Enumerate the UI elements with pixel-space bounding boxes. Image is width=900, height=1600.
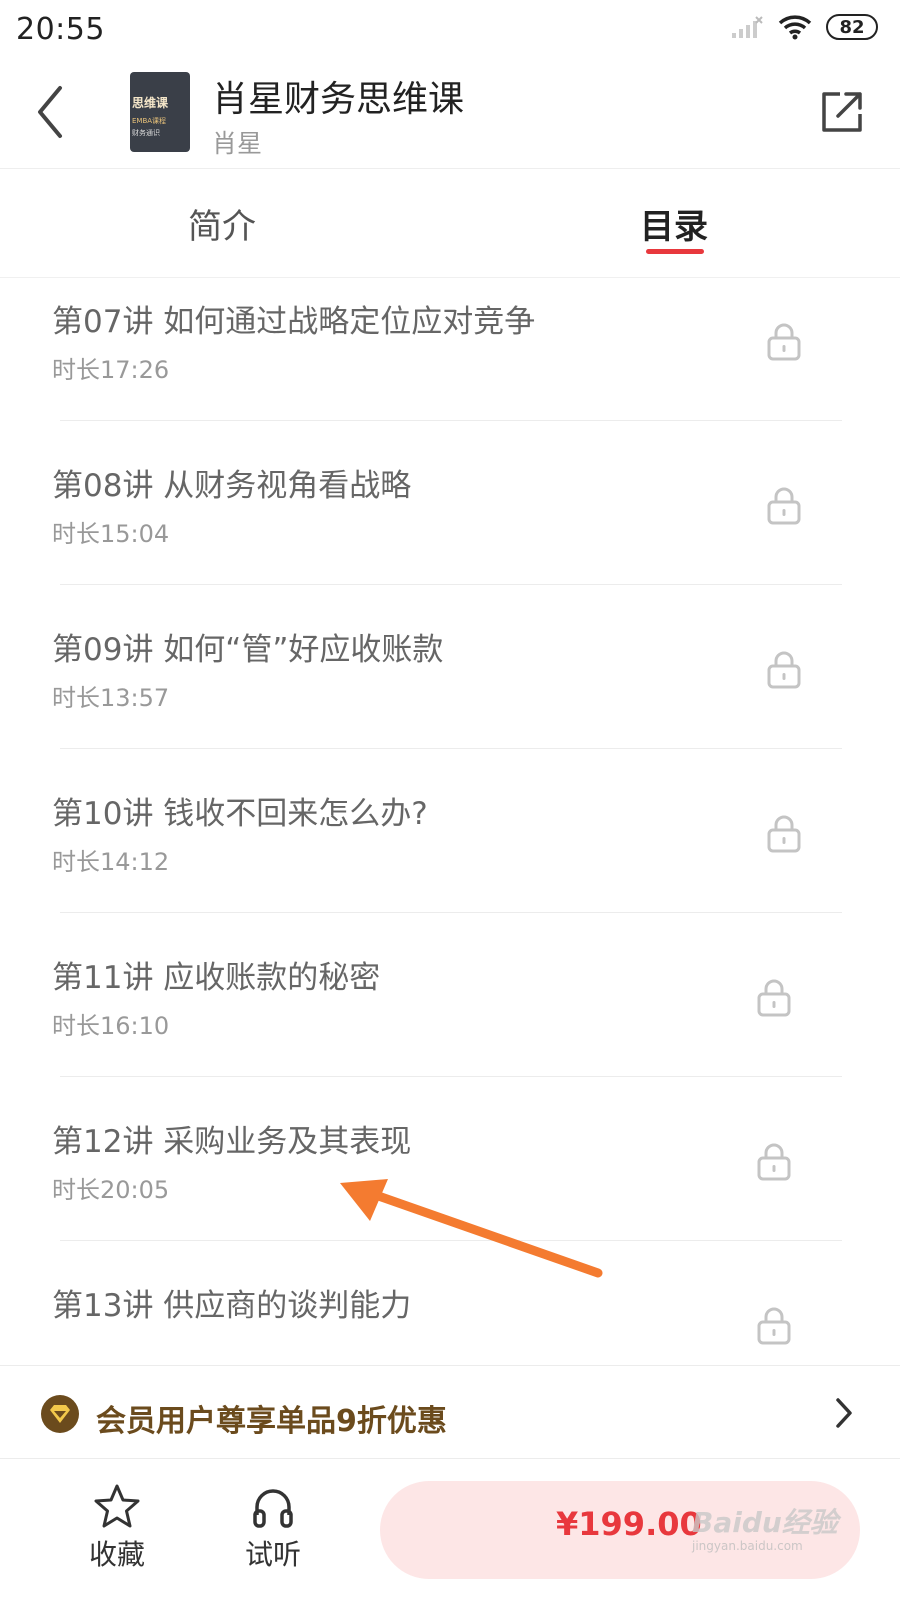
lock-icon: [767, 651, 801, 689]
member-discount-banner[interactable]: 会员用户尊享单品9折优惠: [0, 1365, 900, 1459]
lesson-title: 第08讲 从财务视角看战略: [52, 468, 412, 504]
baidu-watermark: Baidu经验: [692, 1506, 838, 1539]
tab-catalog[interactable]: 目录: [640, 199, 708, 248]
member-banner-text: 会员用户尊享单品9折优惠: [96, 1404, 447, 1439]
vip-diamond-icon: [41, 1395, 79, 1433]
lesson-title: 第11讲 应收账款的秘密: [52, 960, 381, 996]
course-author: 肖星: [212, 129, 263, 158]
lock-icon: [757, 1143, 791, 1181]
list-divider: [60, 1076, 842, 1077]
lock-icon: [767, 815, 801, 853]
lesson-duration: 时长15:04: [52, 520, 170, 548]
lock-icon: [757, 1307, 791, 1345]
list-divider: [60, 748, 842, 749]
back-arrow-icon[interactable]: [30, 82, 74, 142]
lesson-duration: 时长16:10: [52, 1012, 170, 1040]
chevron-right-icon: [836, 1398, 852, 1428]
lesson-duration: 时长13:57: [52, 684, 170, 712]
lesson-title: 第10讲 钱收不回来怎么办?: [52, 796, 428, 832]
cover-text: 财务通识: [132, 129, 160, 137]
lock-icon: [757, 979, 791, 1017]
tab-intro[interactable]: 简介: [188, 199, 256, 248]
battery-level: 82: [839, 16, 865, 38]
cover-text: 思维课: [132, 96, 169, 110]
lesson-title: 第07讲 如何通过战略定位应对竞争: [52, 304, 536, 340]
listen-label: 试听: [244, 1538, 301, 1571]
course-header: 思维课 EMBA课程 财务通识 肖星财务思维课 肖星: [0, 62, 900, 168]
lesson-item[interactable]: 第13讲 供应商的谈判能力: [0, 1262, 900, 1365]
lesson-title: 第13讲 供应商的谈判能力: [52, 1288, 412, 1324]
lesson-duration: 时长17:26: [52, 356, 170, 384]
lesson-duration: 时长20:05: [52, 1176, 170, 1204]
course-title: 肖星财务思维课: [212, 79, 465, 120]
bottom-action-bar: 收藏 试听 ¥199.00 Baidu经验 jingyan.baidu.com: [0, 1459, 900, 1600]
price-label: ¥199.00: [556, 1505, 702, 1543]
lock-icon: [767, 487, 801, 525]
baidu-watermark-url: jingyan.baidu.com: [692, 1539, 803, 1553]
star-icon: [94, 1484, 140, 1528]
lesson-duration: 时长14:12: [52, 848, 170, 876]
favorite-button[interactable]: 收藏: [72, 1483, 162, 1583]
list-divider: [60, 1240, 842, 1241]
course-cover-image: 思维课 EMBA课程 财务通识: [130, 72, 190, 152]
status-time: 20:55: [16, 12, 105, 47]
lesson-list[interactable]: 第07讲 如何通过战略定位应对竞争 时长17:26 第08讲 从财务视角看战略 …: [0, 278, 900, 1365]
preview-listen-button[interactable]: 试听: [228, 1483, 318, 1583]
signal-icon: [732, 16, 763, 38]
wifi-icon: [778, 15, 812, 40]
active-tab-indicator: [646, 249, 704, 254]
list-divider: [60, 584, 842, 585]
status-icons: 82: [730, 14, 878, 40]
battery-indicator: 82: [826, 14, 878, 40]
cover-text: EMBA课程: [132, 117, 167, 125]
lesson-title: 第09讲 如何“管”好应收账款: [52, 632, 444, 668]
lesson-title: 第12讲 采购业务及其表现: [52, 1124, 412, 1160]
lock-icon: [767, 323, 801, 361]
tab-bar: 简介 目录: [0, 169, 900, 277]
list-divider: [60, 420, 842, 421]
headphones-icon: [253, 1489, 293, 1528]
status-bar: 20:55 82: [0, 0, 900, 62]
favorite-label: 收藏: [88, 1538, 145, 1571]
list-divider: [60, 912, 842, 913]
share-icon[interactable]: [818, 88, 866, 136]
